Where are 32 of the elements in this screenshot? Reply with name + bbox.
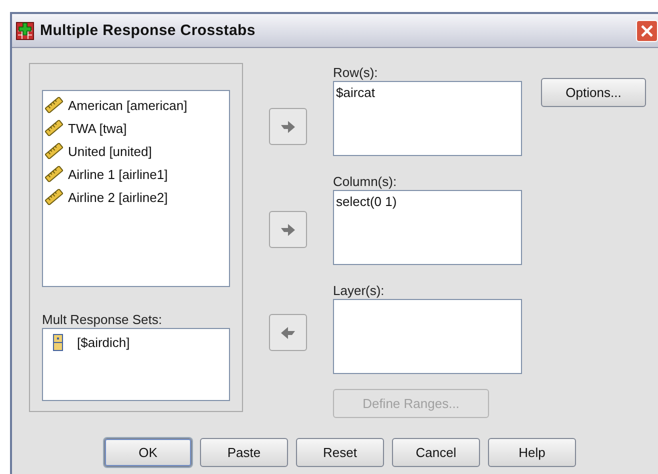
variable-item[interactable]: American [american] (45, 94, 227, 116)
set-item[interactable]: [$airdich] (45, 332, 227, 354)
options-button[interactable]: Options... (541, 78, 646, 107)
target-list[interactable]: select(0 1) (333, 190, 522, 265)
right-arrow-icon (281, 120, 295, 132)
target-list[interactable]: $aircat (333, 81, 522, 156)
close-button[interactable] (636, 20, 658, 42)
variable-item[interactable]: Airline 2 [airline2] (45, 186, 227, 208)
dialog-button[interactable]: Reset (296, 438, 384, 467)
app-icon (16, 22, 34, 40)
target-label: Row(s): (333, 65, 379, 80)
target-label: Column(s): (333, 174, 398, 189)
target-item[interactable]: select(0 1) (336, 194, 519, 209)
right-arrow-icon (281, 224, 295, 236)
left-arrow-icon (281, 326, 295, 338)
move-button[interactable] (269, 108, 307, 145)
move-button[interactable] (269, 314, 307, 351)
close-icon (641, 24, 653, 36)
dialog-button[interactable]: OK (104, 438, 192, 467)
variable-item[interactable]: TWA [twa] (45, 117, 227, 139)
dialog-button[interactable]: Cancel (392, 438, 480, 467)
target-item[interactable]: $aircat (336, 85, 519, 100)
variable-item[interactable]: Airline 1 [airline1] (45, 163, 227, 185)
dialog-button[interactable]: Paste (200, 438, 288, 467)
variable-item[interactable]: United [united] (45, 140, 227, 162)
window-title: Multiple Response Crosstabs (40, 22, 256, 39)
target-label: Layer(s): (333, 283, 386, 298)
set-icon (53, 334, 63, 352)
mult-response-sets-label: Mult Response Sets: (42, 312, 163, 327)
move-button[interactable] (269, 211, 307, 248)
target-list[interactable] (333, 299, 522, 374)
dialog-button[interactable]: Help (488, 438, 576, 467)
